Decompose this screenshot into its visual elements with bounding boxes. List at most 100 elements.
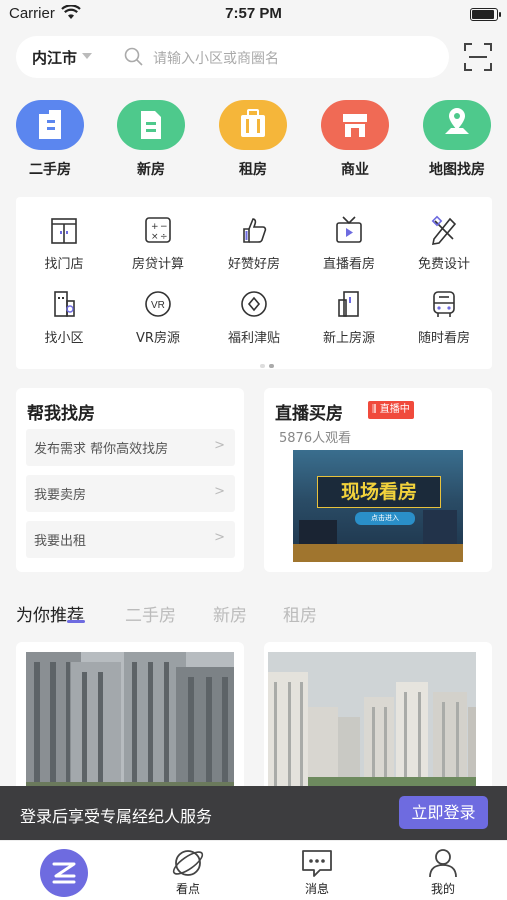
grid-label: 福利津贴 bbox=[227, 331, 280, 346]
grid-item-find-community[interactable]: 找小区 bbox=[16, 289, 112, 346]
luggage-icon bbox=[219, 100, 287, 150]
help-item-post-request[interactable]: 发布需求 帮你高效找房 > bbox=[26, 429, 235, 466]
grid-item-live-viewing[interactable]: 直播看房 bbox=[301, 215, 397, 272]
grid-item-anytime-viewing[interactable]: 随时看房 bbox=[396, 289, 492, 346]
listing-card[interactable] bbox=[264, 642, 492, 802]
svg-text:+: + bbox=[151, 222, 159, 232]
grid-item-welfare[interactable]: 福利津贴 bbox=[206, 289, 302, 346]
chevron-right-icon: > bbox=[214, 530, 225, 545]
tabbar-label: 我的 bbox=[430, 882, 455, 896]
live-title: 直播买房 bbox=[275, 404, 343, 424]
active-tab-indicator bbox=[67, 620, 85, 623]
category-new-home[interactable]: 新房 bbox=[105, 100, 197, 179]
chevron-right-icon: > bbox=[214, 438, 225, 453]
category-label: 租房 bbox=[239, 162, 267, 178]
category-label: 二手房 bbox=[29, 162, 71, 178]
help-item-sell[interactable]: 我要卖房 > bbox=[26, 475, 235, 512]
tab-second-hand[interactable]: 二手房 bbox=[125, 601, 176, 626]
battery-icon bbox=[470, 8, 501, 21]
services-grid: 找门店 + − × ÷ 房贷计算 好赞好房 直播看房 免费设计 找小区 VR VR房源 bbox=[16, 197, 492, 369]
search-bar[interactable]: 内江市 请输入小区或商圈名 bbox=[16, 36, 449, 78]
listing-photo bbox=[26, 652, 234, 802]
grid-item-new-listings[interactable]: 新上房源 bbox=[301, 289, 397, 346]
category-label: 地图找房 bbox=[429, 162, 485, 178]
login-banner-text: 登录后享受专属经纪人服务 bbox=[20, 807, 213, 826]
help-item-label: 我要卖房 bbox=[34, 488, 87, 503]
tabbar-label: 看点 bbox=[175, 882, 200, 896]
new-building-icon bbox=[117, 100, 185, 150]
category-rent[interactable]: 租房 bbox=[207, 100, 299, 179]
clock: 7:57 PM bbox=[225, 5, 282, 22]
svg-text:VR: VR bbox=[151, 300, 165, 311]
app-screen: Carrier 7:57 PM 内江市 请输入小区或商圈名 二手房 新房 租房 … bbox=[0, 0, 507, 900]
tabbar-item-me[interactable]: 我的 bbox=[408, 847, 478, 897]
grid-label: 随时看房 bbox=[417, 331, 470, 346]
help-item-label: 我要出租 bbox=[34, 534, 87, 549]
tabbar-label: 消息 bbox=[304, 882, 329, 896]
live-banner-sub: 点击进入 bbox=[355, 512, 415, 525]
login-banner: 登录后享受专属经纪人服务 立即登录 bbox=[0, 786, 507, 840]
svg-text:÷: ÷ bbox=[160, 232, 168, 242]
user-icon bbox=[429, 849, 457, 878]
building-icon bbox=[16, 100, 84, 150]
thumbs-up-icon bbox=[243, 218, 267, 243]
calculator-icon: + −× ÷ bbox=[145, 217, 171, 243]
grid-item-free-design[interactable]: 免费设计 bbox=[396, 215, 492, 272]
grid-label: 好赞好房 bbox=[227, 257, 280, 272]
bus-icon bbox=[433, 291, 455, 317]
grid-label: 免费设计 bbox=[417, 257, 470, 272]
status-bar: Carrier 7:57 PM bbox=[0, 0, 507, 28]
grid-label: 找小区 bbox=[44, 331, 84, 346]
page-indicator bbox=[260, 353, 278, 372]
message-icon bbox=[302, 850, 332, 877]
tabbar-item-highlights[interactable]: 看点 bbox=[153, 847, 223, 897]
grid-item-find-store[interactable]: 找门店 bbox=[16, 215, 112, 272]
svg-text:×: × bbox=[151, 232, 159, 242]
category-label: 新房 bbox=[137, 162, 165, 178]
welfare-icon bbox=[241, 291, 267, 317]
planet-icon bbox=[172, 850, 204, 876]
tab-new-home[interactable]: 新房 bbox=[213, 601, 247, 626]
live-buy-card[interactable]: 直播买房 ⫼ 直播中 5876人观看 现场看房 点击进入 bbox=[264, 388, 492, 572]
tabbar-item-messages[interactable]: 消息 bbox=[282, 847, 352, 897]
tab-rent[interactable]: 租房 bbox=[283, 601, 317, 626]
help-title: 帮我找房 bbox=[27, 404, 95, 424]
scan-icon[interactable] bbox=[463, 42, 493, 72]
map-pin-icon bbox=[423, 100, 491, 150]
live-badge: ⫼ 直播中 bbox=[368, 401, 414, 419]
tv-play-icon bbox=[336, 216, 362, 243]
listing-card[interactable] bbox=[16, 642, 244, 802]
category-label: 商业 bbox=[341, 162, 369, 178]
grid-label: VR房源 bbox=[136, 331, 180, 346]
live-thumbnail[interactable]: 现场看房 点击进入 bbox=[293, 450, 463, 562]
login-button[interactable]: 立即登录 bbox=[399, 796, 488, 829]
grid-label: 房贷计算 bbox=[131, 257, 184, 272]
chevron-right-icon: > bbox=[214, 484, 225, 499]
listing-photo bbox=[268, 652, 476, 802]
grid-item-good-homes[interactable]: 好赞好房 bbox=[206, 215, 302, 272]
home-logo-icon bbox=[52, 862, 76, 884]
category-commercial[interactable]: 商业 bbox=[309, 100, 401, 179]
home-logo-button[interactable] bbox=[40, 849, 88, 897]
live-banner-text: 现场看房 bbox=[317, 476, 441, 508]
design-tools-icon bbox=[431, 215, 457, 245]
chevron-down-icon bbox=[82, 53, 92, 59]
grid-label: 找门店 bbox=[44, 257, 84, 272]
grid-label: 新上房源 bbox=[322, 331, 375, 346]
help-find-home-card: 帮我找房 发布需求 帮你高效找房 > 我要卖房 > 我要出租 > bbox=[16, 388, 244, 572]
grid-item-loan-calc[interactable]: + − × ÷ 房贷计算 bbox=[110, 215, 206, 272]
store-door-icon bbox=[51, 218, 77, 244]
grid-item-vr-listings[interactable]: VR VR房源 bbox=[110, 289, 206, 346]
help-item-rent-out[interactable]: 我要出租 > bbox=[26, 521, 235, 558]
category-map-search[interactable]: 地图找房 bbox=[411, 100, 503, 179]
search-icon bbox=[124, 47, 143, 66]
grid-label: 直播看房 bbox=[322, 257, 375, 272]
new-listing-icon bbox=[338, 291, 359, 317]
category-second-hand[interactable]: 二手房 bbox=[4, 100, 96, 179]
vr-icon: VR bbox=[145, 291, 171, 317]
viewer-count: 5876人观看 bbox=[279, 431, 352, 446]
shop-icon bbox=[321, 100, 389, 150]
city-selector[interactable]: 内江市 bbox=[32, 47, 77, 68]
search-input[interactable]: 请输入小区或商圈名 bbox=[153, 48, 279, 68]
help-item-label: 发布需求 帮你高效找房 bbox=[34, 442, 169, 457]
